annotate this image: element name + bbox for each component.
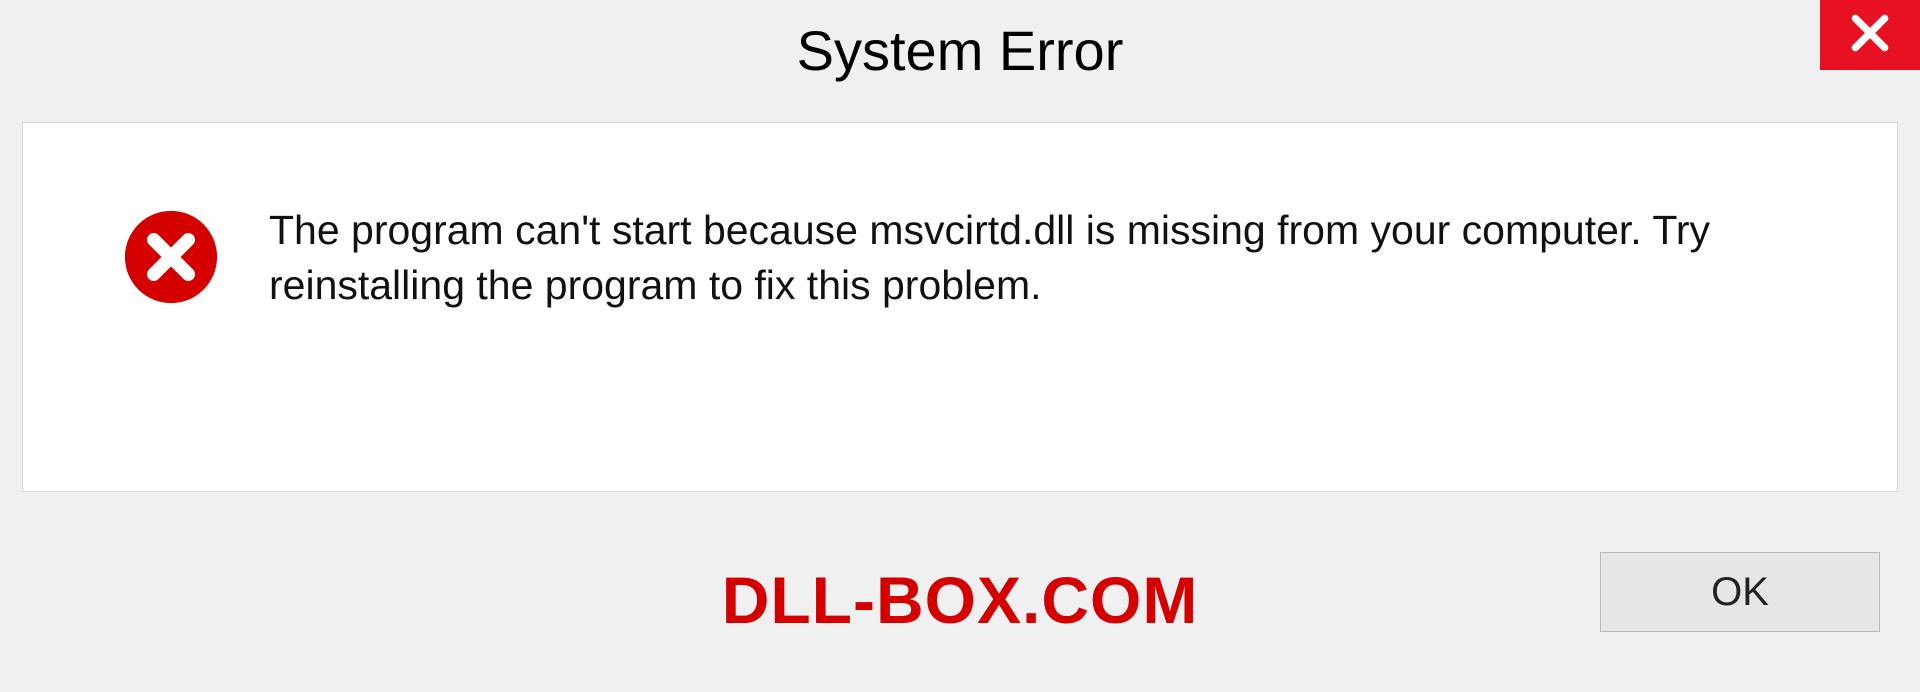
dialog-content: The program can't start because msvcirtd… bbox=[22, 122, 1898, 492]
dialog-message: The program can't start because msvcirtd… bbox=[269, 203, 1837, 314]
titlebar: System Error bbox=[0, 0, 1920, 100]
close-icon bbox=[1848, 11, 1892, 60]
dialog-footer: DLL-BOX.COM OK bbox=[0, 492, 1920, 692]
ok-button[interactable]: OK bbox=[1600, 552, 1880, 632]
dialog-title: System Error bbox=[797, 18, 1124, 83]
watermark-text: DLL-BOX.COM bbox=[722, 562, 1199, 638]
close-button[interactable] bbox=[1820, 0, 1920, 70]
error-icon bbox=[123, 209, 219, 305]
